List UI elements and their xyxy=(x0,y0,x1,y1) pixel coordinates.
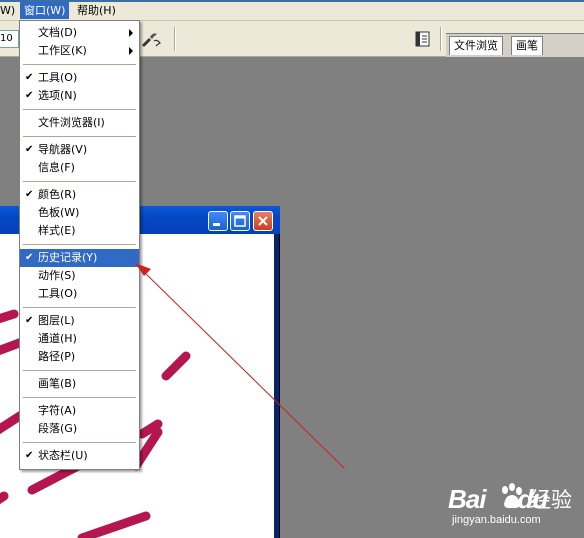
submenu-arrow-icon xyxy=(129,29,133,37)
maximize-icon xyxy=(234,215,246,227)
menu-separator xyxy=(23,370,136,371)
menu-window[interactable]: 窗口(W) xyxy=(20,2,70,19)
menu-item[interactable]: 字符(A) xyxy=(20,402,139,420)
menu-item-label: 文件浏览器(I) xyxy=(38,116,105,129)
menu-item-label: 段落(G) xyxy=(38,422,78,435)
menu-separator xyxy=(23,307,136,308)
menu-item-label: 文档(D) xyxy=(38,26,78,39)
menu-item[interactable]: 段落(G) xyxy=(20,420,139,438)
menu-item-label: 工具(O) xyxy=(38,71,78,84)
menu-item-label: 历史记录(Y) xyxy=(38,251,98,264)
menu-item-label: 画笔(B) xyxy=(38,377,77,390)
menu-item-label: 色板(W) xyxy=(38,206,80,219)
menu-item-label: 导航器(V) xyxy=(38,143,88,156)
brush-size-field[interactable]: 10 xyxy=(0,30,19,48)
toolbar-separator xyxy=(174,27,176,51)
check-icon: ✔ xyxy=(25,144,34,155)
paw-icon xyxy=(502,483,522,509)
palette-well: 文件浏览 画笔 xyxy=(446,33,584,57)
menu-item[interactable]: ✔ 工具(O) xyxy=(20,69,139,87)
menu-item[interactable]: ✔ 选项(N) xyxy=(20,87,139,105)
menu-item[interactable]: 动作(S) xyxy=(20,267,139,285)
menu-separator xyxy=(23,397,136,398)
menu-item[interactable]: ✔ 历史记录(Y) xyxy=(20,249,139,267)
menu-item[interactable]: 文档(D) xyxy=(20,24,139,42)
menu-item[interactable]: 文件浏览器(I) xyxy=(20,114,139,132)
check-icon: ✔ xyxy=(25,72,34,83)
menu-item[interactable]: 通道(H) xyxy=(20,330,139,348)
menu-item-label: 工作区(K) xyxy=(38,44,87,57)
close-icon xyxy=(258,216,268,226)
menu-item-label: 工具(O) xyxy=(38,287,78,300)
menu-item-label: 样式(E) xyxy=(38,224,76,237)
baidu-watermark: Bai du 经验 jingyan.baidu.com xyxy=(448,480,578,526)
watermark-cn: 经验 xyxy=(530,488,572,512)
close-button[interactable] xyxy=(253,211,273,231)
check-icon: ✔ xyxy=(25,450,34,461)
window-dropdown-menu: 文档(D) 工作区(K) ✔ 工具(O) ✔ 选项(N) 文件浏览器(I) ✔ 导航器(V) 信息… xyxy=(19,20,140,470)
minimize-button[interactable] xyxy=(208,211,228,231)
menu-filter-partial[interactable]: W) xyxy=(0,2,19,19)
menu-item[interactable]: 色板(W) xyxy=(20,204,139,222)
menu-separator xyxy=(23,109,136,110)
palette-toggle-icon[interactable] xyxy=(414,30,432,48)
tab-brushes[interactable]: 画笔 xyxy=(511,36,543,55)
menu-separator xyxy=(23,442,136,443)
menu-item[interactable]: 路径(P) xyxy=(20,348,139,366)
menu-item[interactable]: ✔ 图层(L) xyxy=(20,312,139,330)
airbrush-icon[interactable] xyxy=(139,29,163,49)
menu-item-label: 信息(F) xyxy=(38,161,75,174)
menu-item-label: 颜色(R) xyxy=(38,188,77,201)
menu-bar: W) 窗口(W) 帮助(H) xyxy=(0,0,584,21)
menu-item-label: 选项(N) xyxy=(38,89,77,102)
maximize-button[interactable] xyxy=(230,211,250,231)
check-icon: ✔ xyxy=(25,252,34,263)
menu-item[interactable]: ✔ 状态栏(U) xyxy=(20,447,139,465)
menu-item-label: 状态栏(U) xyxy=(38,449,88,462)
menu-separator xyxy=(23,64,136,65)
watermark-url: jingyan.baidu.com xyxy=(452,514,541,526)
menu-item[interactable]: 样式(E) xyxy=(20,222,139,240)
check-icon: ✔ xyxy=(25,189,34,200)
menu-item[interactable]: 工作区(K) xyxy=(20,42,139,60)
menu-item-label: 通道(H) xyxy=(38,332,77,345)
menu-item[interactable]: ✔ 导航器(V) xyxy=(20,141,139,159)
menu-help[interactable]: 帮助(H) xyxy=(73,2,120,19)
tab-file-browser[interactable]: 文件浏览 xyxy=(449,36,503,55)
menu-separator xyxy=(23,136,136,137)
menu-item-label: 动作(S) xyxy=(38,269,76,282)
menu-item-label: 图层(L) xyxy=(38,314,75,327)
menu-item[interactable]: ✔ 颜色(R) xyxy=(20,186,139,204)
check-icon: ✔ xyxy=(25,315,34,326)
menu-item[interactable]: 信息(F) xyxy=(20,159,139,177)
menu-item-label: 字符(A) xyxy=(38,404,77,417)
toolbar-separator xyxy=(440,27,442,51)
minimize-icon xyxy=(213,223,220,226)
menu-separator xyxy=(23,181,136,182)
menu-item[interactable]: 工具(O) xyxy=(20,285,139,303)
check-icon: ✔ xyxy=(25,90,34,101)
menu-item[interactable]: 画笔(B) xyxy=(20,375,139,393)
menu-item-label: 路径(P) xyxy=(38,350,76,363)
submenu-arrow-icon xyxy=(129,47,133,55)
menu-separator xyxy=(23,244,136,245)
